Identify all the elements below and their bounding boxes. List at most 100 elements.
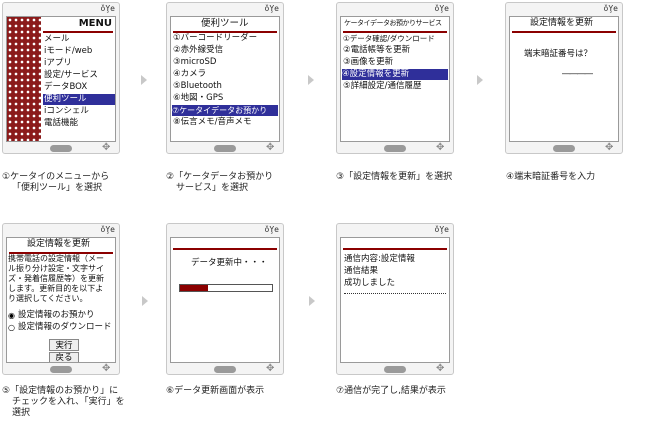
screen-pin-entry: 設定情報を更新 端末暗証番号は？ ―――― <box>509 16 619 142</box>
header-line <box>343 248 447 250</box>
center-key[interactable] <box>384 366 406 373</box>
progress-bar <box>179 284 273 292</box>
tools-item-infrared[interactable]: ②赤外線受信 <box>173 45 223 56</box>
arrow-right-icon <box>477 75 483 85</box>
status-icons: ǒ̧Ye <box>434 4 449 13</box>
dpad-icon[interactable]: ✥ <box>436 143 444 153</box>
phone-keys: ✥ <box>172 364 278 374</box>
screen-title: ケータイデータお預かりサービス <box>344 19 442 27</box>
caption-line: ⑤「設定情報のお預かり」に <box>2 386 119 396</box>
status-icons: ǒ̧Ye <box>434 225 449 234</box>
screen-title: 設定情報を更新 <box>530 18 594 28</box>
arrow-right-icon <box>309 296 315 306</box>
caption-line: ①ケータイのメニューから <box>2 172 110 182</box>
menu-wallpaper-pattern <box>7 17 41 141</box>
center-key[interactable] <box>50 366 72 373</box>
keep-item-confirm-download[interactable]: ①データ確認/ダウンロード <box>343 33 435 44</box>
status-icons: ǒ̧Ye <box>100 4 115 13</box>
screen-title: 便利ツール <box>201 18 249 29</box>
menu-item-phone-functions[interactable]: 電話機能 <box>44 118 78 129</box>
caption-line: ⑥データ更新画面が表示 <box>166 386 265 396</box>
description-line: ズ・発着信履歴等）を更新 <box>8 274 104 283</box>
status-icons: ǒ̧Ye <box>100 225 115 234</box>
tools-item-microsd[interactable]: ③microSD <box>173 57 216 68</box>
dpad-icon[interactable]: ✥ <box>102 143 110 153</box>
dpad-icon[interactable]: ✥ <box>605 143 613 153</box>
center-key[interactable] <box>384 145 406 152</box>
tools-item-barcode[interactable]: ①バーコードリーダー <box>173 33 257 44</box>
dotted-divider <box>344 293 446 294</box>
phone-keys: ✥ <box>8 143 114 153</box>
tools-item-voice-memo[interactable]: ⑧伝言メモ/音声メモ <box>173 117 252 128</box>
status-icons: ǒ̧Ye <box>264 225 279 234</box>
pin-input-field[interactable]: ―――― <box>562 69 593 80</box>
tools-item-bluetooth[interactable]: ⑤Bluetooth <box>173 81 222 92</box>
caption-line: チェックを入れ、「実行」を <box>12 397 125 407</box>
phone-keys: ✥ <box>8 364 114 374</box>
caption-line: 「便利ツール」を選択 <box>12 183 103 193</box>
caption-line: 選択 <box>12 408 31 418</box>
center-key[interactable] <box>214 366 236 373</box>
tools-item-data-keep-selected[interactable]: ⑦ケータイデータお預かり <box>172 105 278 116</box>
result-success-message: 成功しました <box>344 278 396 288</box>
pin-prompt: 端末暗証番号は？ <box>524 49 593 59</box>
description-line: 携帯電話の設定情報（メー <box>8 254 104 263</box>
screen-data-keep-menu: ケータイデータお預かりサービス ①データ確認/ダウンロード ②電話帳等を更新 ③… <box>340 16 450 142</box>
caption-line: ③「設定情報を更新」を選択 <box>336 172 453 182</box>
menu-item-data-box[interactable]: データBOX <box>44 82 87 93</box>
menu-item-iappli[interactable]: iアプリ <box>44 58 72 69</box>
caption-step-7: ⑦通信が完了し,結果が表示 <box>336 386 476 397</box>
dpad-icon[interactable]: ✥ <box>102 364 110 374</box>
center-key[interactable] <box>553 145 575 152</box>
phone-keys: ✥ <box>511 143 617 153</box>
menu-item-mail[interactable]: メール <box>44 34 70 45</box>
back-button[interactable]: 戻る <box>49 352 79 362</box>
phone-keys: ✥ <box>342 364 448 374</box>
keep-item-update-contacts[interactable]: ②電話帳等を更新 <box>343 45 410 56</box>
screen-result: 通信内容:設定情報 通信結果 成功しました <box>340 237 450 363</box>
menu-item-tools-selected[interactable]: 便利ツール <box>43 94 115 105</box>
description-line: ル振り分け設定・文字サイ <box>8 264 104 273</box>
header-line <box>173 248 277 250</box>
screen-updating: データ更新中・・・ <box>170 237 280 363</box>
radio-option-label: 設定情報のダウンロード <box>18 322 112 332</box>
execute-button[interactable]: 実行 <box>49 339 79 351</box>
phone-step-7: ǒ̧Ye 通信内容:設定情報 通信結果 成功しました ✥ <box>336 223 454 375</box>
result-content-line: 通信内容:設定情報 <box>344 254 415 264</box>
caption-step-3: ③「設定情報を更新」を選択 <box>336 172 476 183</box>
caption-step-5: ⑤「設定情報のお預かり」に チェックを入れ、「実行」を 選択 <box>2 386 142 419</box>
phone-step-1: ǒ̧Ye MENU メール iモード/web iアプリ 設定/サービス データB… <box>2 2 120 154</box>
caption-step-6: ⑥データ更新画面が表示 <box>166 386 306 397</box>
caption-line: ④端末暗証番号を入力 <box>506 172 596 182</box>
center-key[interactable] <box>214 145 236 152</box>
menu-item-settings-services[interactable]: 設定/サービス <box>44 70 98 81</box>
keep-item-update-settings-selected[interactable]: ④設定情報を更新 <box>342 69 448 80</box>
phone-step-3: ǒ̧Ye ケータイデータお預かりサービス ①データ確認/ダウンロード ②電話帳等… <box>336 2 454 154</box>
phone-step-5: ǒ̧Ye 設定情報を更新 携帯電話の設定情報（メー ル振り分け設定・文字サイ ズ… <box>2 223 120 375</box>
tools-item-map-gps[interactable]: ⑥地図・GPS <box>173 93 223 104</box>
caption-line: ②「ケータデータお預かり <box>166 172 274 182</box>
center-key[interactable] <box>50 145 72 152</box>
result-status-label: 通信結果 <box>344 266 379 276</box>
radio-option-label: 設定情報のお預かり <box>18 310 95 320</box>
radio-unselected-icon: ○ <box>8 323 15 332</box>
dpad-icon[interactable]: ✥ <box>266 143 274 153</box>
arrow-right-icon <box>308 75 314 85</box>
arrow-right-icon <box>142 296 148 306</box>
keep-item-detail-history[interactable]: ⑤詳細設定/通信履歴 <box>343 81 422 92</box>
menu-item-iconcier[interactable]: iコンシェル <box>44 106 89 117</box>
menu-title: MENU <box>78 18 112 29</box>
radio-selected-icon: ◉ <box>8 311 15 320</box>
screen-tools-menu: 便利ツール ①バーコードリーダー ②赤外線受信 ③microSD ④カメラ ⑤B… <box>170 16 280 142</box>
description-line: します。更新目的を以下よ <box>8 284 104 293</box>
dpad-icon[interactable]: ✥ <box>436 364 444 374</box>
menu-item-imode-web[interactable]: iモード/web <box>44 46 92 57</box>
dpad-icon[interactable]: ✥ <box>266 364 274 374</box>
arrow-right-icon <box>141 75 147 85</box>
phone-keys: ✥ <box>342 143 448 153</box>
status-icons: ǒ̧Ye <box>603 4 618 13</box>
caption-line: ⑦通信が完了し,結果が表示 <box>336 386 446 396</box>
keep-item-update-images[interactable]: ③画像を更新 <box>343 57 393 68</box>
screen-update-settings: 設定情報を更新 携帯電話の設定情報（メー ル振り分け設定・文字サイ ズ・発着信履… <box>6 237 116 363</box>
tools-item-camera[interactable]: ④カメラ <box>173 69 206 80</box>
